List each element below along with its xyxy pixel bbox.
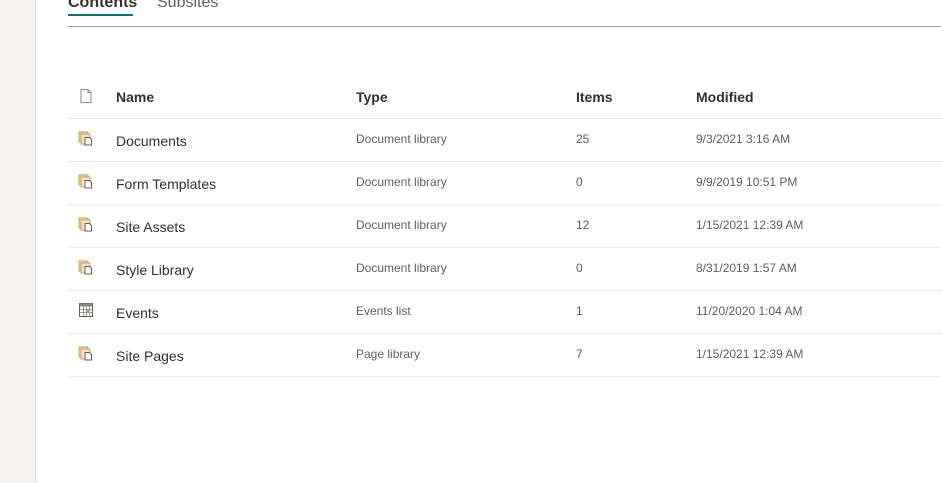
file-type-icon[interactable]: [78, 88, 94, 104]
list-item[interactable]: Documents Document library 25 9/3/2021 3:16…: [68, 119, 941, 162]
item-name-link[interactable]: Form Templates: [116, 176, 216, 192]
item-modified: 9/9/2019 10:51 PM: [696, 175, 798, 189]
item-name-link[interactable]: Documents: [116, 133, 187, 149]
column-header-type[interactable]: Type: [356, 89, 388, 105]
list-item[interactable]: Events Events list 1 11/20/2020 1:04 AM: [68, 291, 941, 334]
item-count: 12: [576, 218, 590, 232]
left-rail: [0, 0, 36, 483]
document-library-icon: [78, 259, 94, 275]
events-calendar-icon: [78, 302, 94, 318]
selected-tab-indicator: [68, 14, 133, 16]
tab-contents[interactable]: Contents: [68, 0, 137, 12]
list-item[interactable]: Site Assets Document library 12 1/15/2021 1…: [68, 205, 941, 248]
item-count: 0: [576, 175, 583, 189]
item-count: 0: [576, 261, 583, 275]
item-modified: 1/15/2021 12:39 AM: [696, 347, 804, 361]
item-name-link[interactable]: Site Pages: [116, 348, 184, 364]
item-type: Events list: [356, 304, 411, 318]
item-modified: 8/31/2019 1:57 AM: [696, 261, 797, 275]
item-type: Document library: [356, 132, 447, 146]
site-contents-main: Contents Subsites Name Type Items Modifi…: [68, 0, 941, 483]
list-item[interactable]: Style Library Document library 0 8/31/2019 …: [68, 248, 941, 291]
document-library-icon: [78, 173, 94, 189]
item-type: Document library: [356, 261, 447, 275]
item-count: 7: [576, 347, 583, 361]
document-library-icon: [78, 345, 94, 361]
item-name-link[interactable]: Style Library: [116, 262, 194, 278]
column-header-modified[interactable]: Modified: [696, 89, 754, 105]
contents-list: Name Type Items Modified Documents Docume…: [68, 76, 941, 377]
column-header-name[interactable]: Name: [116, 89, 154, 105]
item-count: 1: [576, 304, 583, 318]
item-name-link[interactable]: Events: [116, 305, 159, 321]
item-modified: 11/20/2020 1:04 AM: [696, 304, 803, 318]
item-type: Document library: [356, 218, 447, 232]
pivot-tabs: Contents Subsites: [68, 0, 941, 27]
list-item[interactable]: Site Pages Page library 7 1/15/2021 12:39 A…: [68, 334, 941, 377]
list-header: Name Type Items Modified: [68, 76, 941, 119]
item-type: Page library: [356, 347, 421, 361]
document-library-icon: [78, 130, 94, 146]
item-count: 25: [576, 132, 590, 146]
document-library-icon: [78, 216, 94, 232]
item-modified: 1/15/2021 12:39 AM: [696, 218, 804, 232]
tab-subsites[interactable]: Subsites: [157, 0, 218, 12]
item-type: Document library: [356, 175, 447, 189]
column-header-items[interactable]: Items: [576, 89, 613, 105]
item-modified: 9/3/2021 3:16 AM: [696, 132, 791, 146]
item-name-link[interactable]: Site Assets: [116, 219, 185, 235]
list-item[interactable]: Form Templates Document library 0 9/9/2019 …: [68, 162, 941, 205]
